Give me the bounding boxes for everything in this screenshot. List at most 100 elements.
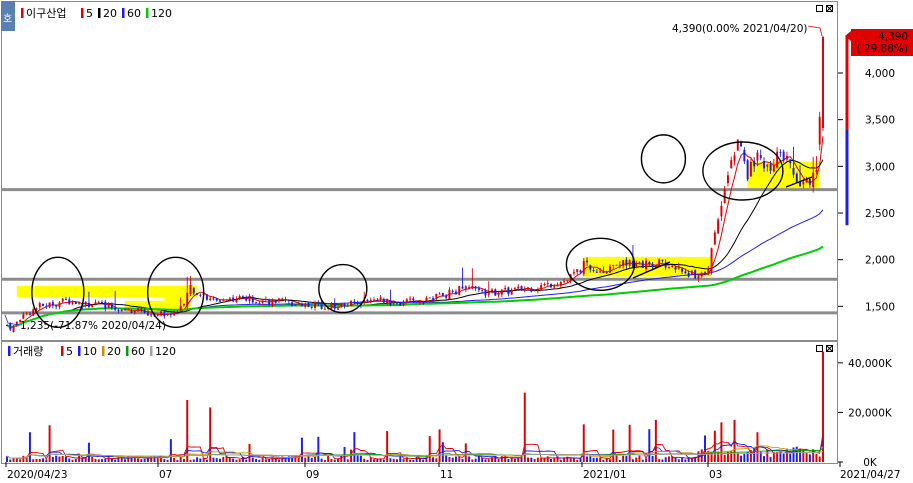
candle-body [163, 312, 166, 317]
candle-body [520, 285, 523, 291]
candle-body [822, 36, 824, 129]
candle-body [454, 291, 457, 295]
candle-body [392, 301, 395, 304]
candle-body [101, 302, 104, 304]
volume-bar [19, 459, 22, 462]
candle-body [445, 295, 448, 298]
y-tick-label: 2,500 [865, 208, 895, 220]
volume-moving-averages [6, 433, 824, 460]
candle-body [205, 294, 208, 300]
volume-bar [300, 437, 303, 462]
volume-bar [9, 459, 12, 462]
volume-title: 거래량 [13, 345, 43, 358]
maximize-icon[interactable] [816, 345, 823, 352]
stock-chart-window: 1,500 2,000 2,500 3,000 3,500 4,000 0K 20,000K… [0, 0, 913, 483]
candle-body [409, 298, 412, 300]
volume-bar [415, 456, 418, 462]
volume-bar [137, 458, 140, 462]
price-pane-controls[interactable] [816, 5, 833, 12]
volume-bar [38, 458, 41, 462]
candle-body [523, 288, 526, 291]
candle-body [808, 178, 811, 185]
volume-bar [740, 455, 743, 462]
volume-bar [196, 457, 199, 462]
volume-bar [346, 459, 349, 462]
candle-body [65, 299, 67, 301]
candle-body [28, 314, 31, 316]
volume-bar [6, 456, 8, 462]
ma5-swatch [81, 8, 84, 18]
volume-bar [314, 456, 317, 462]
candle-body [697, 275, 700, 279]
ma60-swatch [122, 8, 125, 18]
volume-bar [307, 455, 310, 462]
volume-bar [684, 459, 687, 462]
volume-bar [550, 458, 552, 462]
volume-bar [356, 455, 359, 462]
volume-bar [182, 458, 185, 462]
chart-canvas[interactable]: 1,500 2,000 2,500 3,000 3,500 4,000 0K 20,000K… [0, 0, 913, 483]
candle-body [730, 160, 733, 169]
volume-bar [101, 459, 104, 462]
volume-bar [615, 455, 618, 462]
candle-body [84, 301, 87, 305]
annotation-circle [640, 134, 687, 184]
volume-bar [822, 351, 824, 462]
candle-body [71, 301, 74, 304]
volume-legend: 거래량 5 10 20 60 120 [8, 345, 176, 358]
candle-body [776, 151, 779, 168]
volume-bar [232, 458, 235, 462]
candle-body [513, 288, 516, 290]
volume-bar [310, 457, 313, 462]
candle-body [684, 271, 687, 274]
candle-body [389, 300, 392, 306]
price-y-axis: 1,500 2,000 2,500 3,000 3,500 4,000 [838, 36, 895, 313]
candle-body [717, 219, 720, 234]
candle-body [343, 303, 346, 306]
max-price-label: 4,390(0.00% 2021/04/20) [672, 23, 807, 35]
candle-body [448, 289, 451, 300]
candle-body [251, 297, 254, 303]
candle-body [769, 163, 772, 171]
vma60-label: 60 [131, 345, 145, 358]
volume-bar [805, 453, 808, 462]
candle-body [428, 297, 431, 299]
candle-body [720, 205, 723, 217]
candle-body [173, 310, 176, 316]
candle-body [468, 287, 471, 289]
candle-body [599, 271, 602, 273]
candle-body [235, 298, 238, 302]
volume-bar [713, 430, 716, 462]
volume-bar [228, 457, 231, 462]
y-tick-label: 4,000 [865, 68, 895, 80]
volume-pane-controls[interactable] [816, 345, 833, 352]
candle-body [497, 293, 500, 296]
volume-bar [209, 407, 212, 462]
volume-bar [143, 458, 146, 462]
candle-body [474, 286, 477, 289]
volume-bar [609, 459, 611, 462]
volume-bar [428, 436, 431, 462]
current-price-badge: 4,390 ( 29.88%) [845, 29, 913, 56]
candle-body [766, 164, 769, 167]
volume-bar [510, 457, 513, 462]
candle-body [117, 310, 120, 312]
volume-bar [153, 455, 156, 462]
ma5-line [6, 136, 824, 328]
candle-body [527, 287, 530, 289]
vma120-swatch [150, 346, 153, 356]
circle-annotations [31, 134, 813, 329]
candle-body [87, 302, 90, 307]
candle-body [192, 288, 195, 294]
candle-body [166, 313, 169, 315]
volume-bar [445, 455, 448, 462]
candle-body [592, 269, 595, 272]
candle-body [123, 309, 126, 311]
candle-body [74, 301, 77, 305]
volume-bar [586, 456, 589, 462]
maximize-icon[interactable] [816, 5, 823, 12]
candle-body [491, 289, 493, 292]
candle-body [42, 304, 45, 306]
volume-bar [166, 459, 169, 462]
candle-body [261, 300, 264, 303]
